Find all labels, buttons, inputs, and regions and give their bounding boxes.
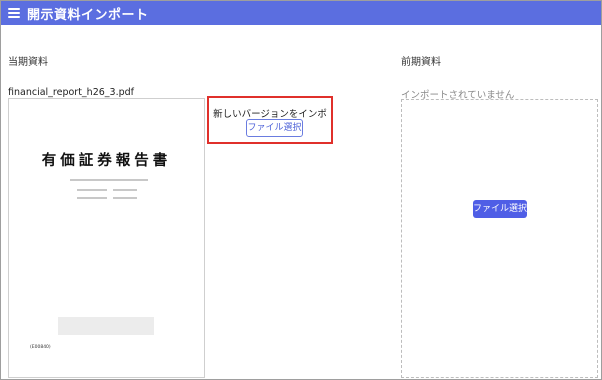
current-period-heading: 当期資料 [8, 57, 48, 68]
previous-select-file-button[interactable]: ファイル選択 [473, 200, 527, 218]
menu-icon[interactable] [8, 8, 20, 18]
document-preview: 有価証券報告書 (E00840) [8, 98, 205, 378]
current-filename: financial_report_h26_3.pdf [8, 87, 135, 98]
preview-gray-block [58, 317, 154, 335]
app-bar: 開示資料インポート [1, 1, 601, 25]
preview-text-line [77, 197, 107, 199]
previous-file-dropzone[interactable]: ファイル選択 [401, 99, 598, 378]
app-title: 開示資料インポート [27, 7, 149, 23]
document-preview-title: 有価証券報告書 [41, 152, 172, 169]
preview-text-line [70, 179, 148, 181]
preview-text-line [77, 189, 107, 191]
document-preview-code: (E00840) [30, 345, 51, 350]
previous-period-heading: 前期資料 [401, 57, 441, 68]
preview-text-line [113, 189, 137, 191]
import-new-version-panel: 新しいバージョンをインポート ファイル選択 [207, 96, 333, 144]
current-select-file-button[interactable]: ファイル選択 [246, 119, 303, 137]
preview-text-line [113, 197, 137, 199]
